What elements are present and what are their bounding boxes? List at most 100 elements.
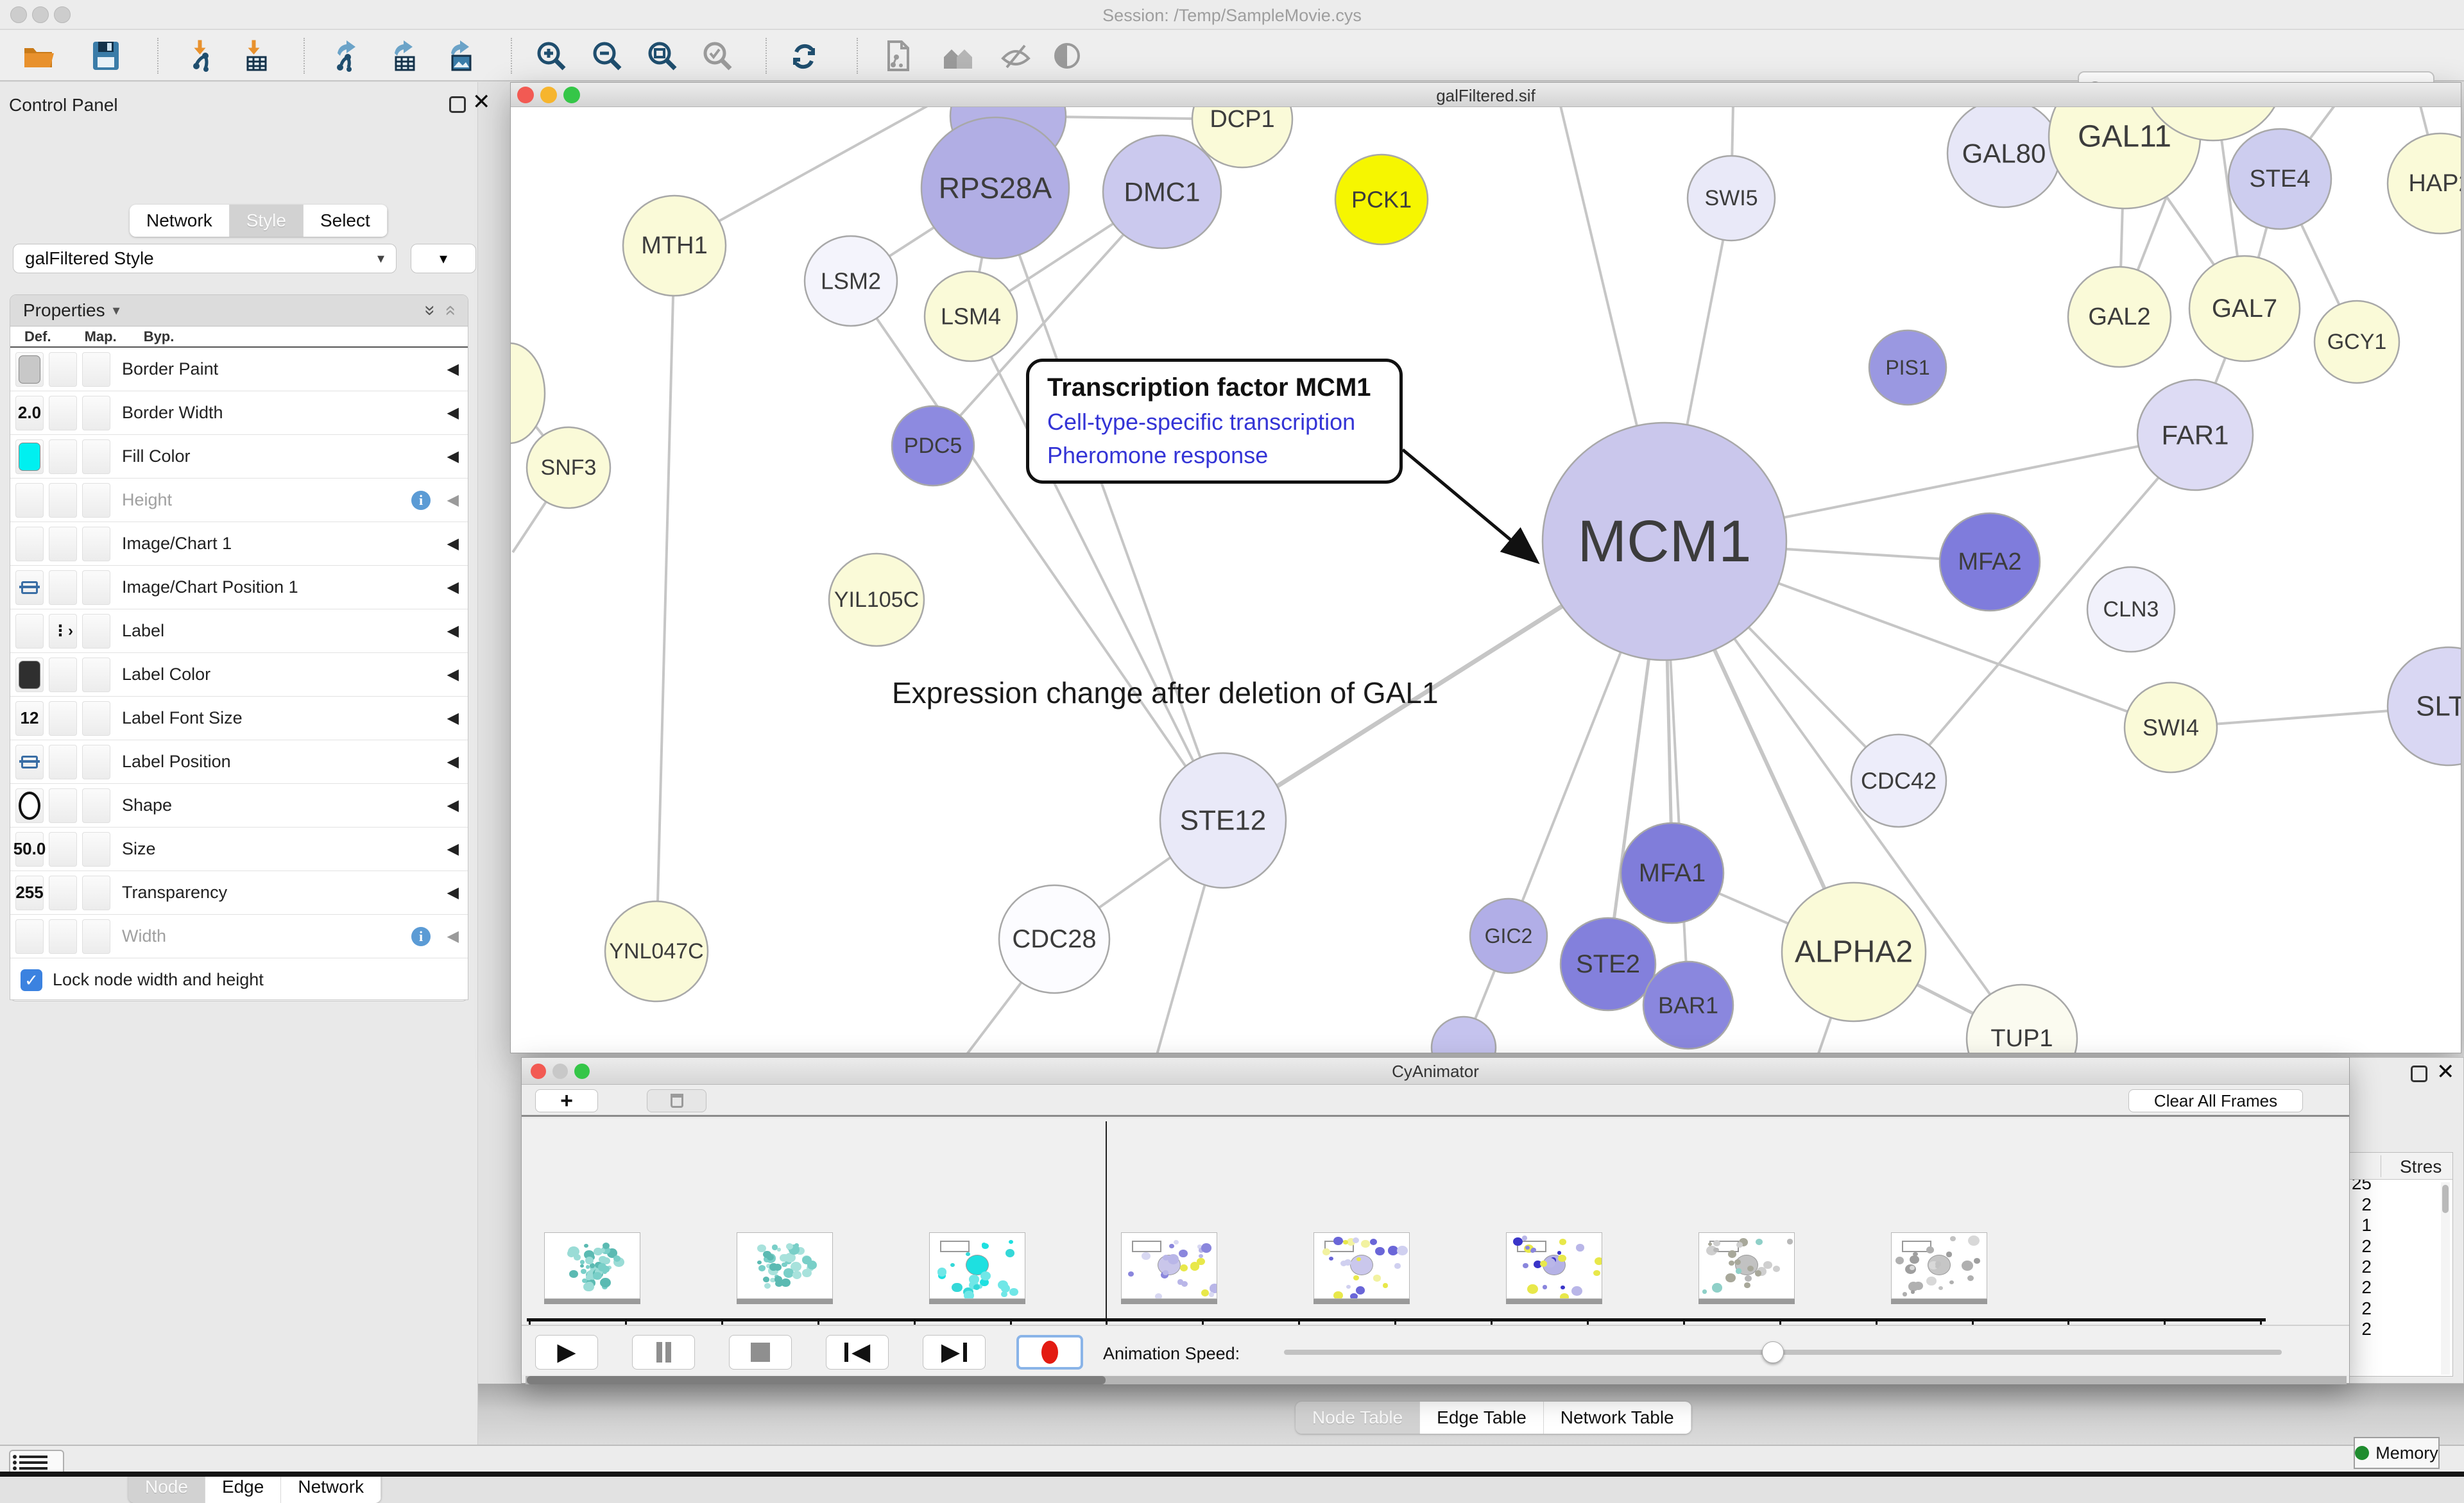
node-PCK1[interactable]: PCK1 (1335, 155, 1428, 244)
default-value-cell[interactable]: 50.0 (15, 832, 44, 867)
node-FAR1[interactable]: FAR1 (2137, 380, 2253, 490)
annotation-link[interactable]: Pheromone response (1047, 442, 1382, 469)
node-HAP2[interactable]: HAP2 (2388, 133, 2461, 234)
mapping-cell[interactable] (49, 352, 77, 387)
node-PIS1[interactable]: PIS1 (1869, 330, 1946, 405)
expand-arrow-icon[interactable]: ◀ (447, 840, 459, 858)
node-STE12[interactable]: STE12 (1160, 753, 1286, 888)
properties-header[interactable]: Properties ▾ » » (10, 295, 468, 327)
node-CDC28[interactable]: CDC28 (999, 885, 1109, 993)
style-selector-dropdown[interactable]: galFiltered Style ▾ (13, 244, 397, 273)
node-SNF3[interactable]: SNF3 (527, 427, 610, 508)
expand-arrow-icon[interactable]: ◀ (447, 883, 459, 902)
home-button[interactable] (937, 37, 979, 75)
zoom-in-button[interactable] (531, 37, 572, 75)
node-BAR1[interactable]: BAR1 (1643, 962, 1733, 1049)
info-icon[interactable]: i (411, 491, 431, 510)
frame-thumbnail-6[interactable] (1698, 1232, 1795, 1299)
edge-rps28a-ste12[interactable] (995, 188, 1223, 820)
property-row-transparency[interactable]: 255Transparency◀ (10, 871, 468, 915)
import-network-button[interactable] (182, 37, 223, 75)
default-value-cell[interactable] (15, 570, 44, 605)
mapping-cell[interactable] (49, 483, 77, 518)
expand-arrow-icon[interactable]: ◀ (447, 752, 459, 771)
export-table-button[interactable] (384, 37, 425, 75)
frame-thumbnail-4[interactable] (1313, 1232, 1410, 1299)
default-value-cell[interactable] (15, 788, 44, 823)
mapping-cell[interactable] (49, 919, 77, 954)
node-RPS28A[interactable]: RPS28A (921, 117, 1069, 259)
default-value-cell[interactable] (15, 614, 44, 649)
network-canvas[interactable]: DCP1RPS28ADMC1PCK1SWI5GAL80GAL11STE4HAP2… (511, 107, 2461, 1053)
expand-arrow-icon[interactable]: ◀ (447, 622, 459, 640)
export-network-button[interactable] (327, 37, 368, 75)
property-row-width[interactable]: Widthi◀ (10, 915, 468, 958)
bypass-cell[interactable] (82, 701, 110, 736)
cyanimator-timeline[interactable]: 0123456789Seconds (522, 1119, 2349, 1325)
lock-size-row[interactable]: ✓ Lock node width and height (10, 960, 468, 1000)
skip-start-button[interactable]: ▶ (826, 1335, 889, 1370)
memory-button[interactable]: Memory (2354, 1437, 2440, 1469)
node-SWI4[interactable]: SWI4 (2125, 683, 2217, 772)
hide-eye-button[interactable] (995, 37, 1036, 75)
bypass-cell[interactable] (82, 658, 110, 692)
skip-end-button[interactable]: ▶ (923, 1335, 986, 1370)
mapping-cell[interactable] (49, 527, 77, 561)
node-MCM1[interactable]: MCM1 (1543, 423, 1786, 660)
default-value-cell[interactable]: 2.0 (15, 396, 44, 430)
expand-arrow-icon[interactable]: ◀ (447, 360, 459, 378)
node-GAL2[interactable]: GAL2 (2068, 267, 2171, 367)
expand-arrow-icon[interactable]: ◀ (447, 665, 459, 684)
default-value-cell[interactable] (15, 527, 44, 561)
clear-all-frames-button[interactable]: Clear All Frames (2128, 1089, 2303, 1112)
apply-layout-button[interactable] (783, 37, 825, 75)
node-ALPHA2[interactable]: ALPHA2 (1782, 883, 1926, 1021)
node-GCY1[interactable]: GCY1 (2314, 301, 2399, 383)
node-MFA1[interactable]: MFA1 (1621, 823, 1724, 923)
mapping-cell[interactable] (49, 658, 77, 692)
node-GIC2[interactable]: GIC2 (1470, 899, 1547, 973)
cyanimator-titlebar[interactable]: CyAnimator (522, 1058, 2349, 1085)
node-STE2[interactable]: STE2 (1561, 918, 1656, 1010)
float-panel-icon[interactable] (449, 96, 466, 113)
style-options-button[interactable]: ▾ (411, 244, 476, 273)
expand-arrow-icon[interactable]: ◀ (447, 403, 459, 422)
node-SWI5[interactable]: SWI5 (1688, 156, 1775, 241)
timeline-playhead[interactable] (1106, 1121, 1107, 1318)
tab-node-table[interactable]: Node Table (1296, 1402, 1420, 1434)
property-row-label-color[interactable]: Label Color◀ (10, 653, 468, 697)
zoom-fit-button[interactable] (642, 37, 683, 75)
property-row-label[interactable]: ⋮›Label◀ (10, 609, 468, 653)
bypass-cell[interactable] (82, 832, 110, 867)
pause-button[interactable] (632, 1335, 695, 1370)
table-scrollbar[interactable] (2441, 1182, 2450, 1375)
node-PDC5[interactable]: PDC5 (892, 406, 974, 486)
collapse-all-icon[interactable]: » (439, 305, 461, 316)
mcm1-annotation-box[interactable]: Transcription factor MCM1 Cell-type-spec… (1026, 359, 1403, 484)
mapping-cell[interactable] (49, 570, 77, 605)
column-header[interactable]: Stres (2400, 1157, 2442, 1177)
default-value-cell[interactable] (15, 439, 44, 474)
bypass-cell[interactable] (82, 745, 110, 779)
bypass-cell[interactable] (82, 396, 110, 430)
node-SLT2[interactable]: SLT2 (2388, 647, 2461, 765)
scrollbar-thumb[interactable] (527, 1376, 1106, 1384)
bypass-cell[interactable] (82, 788, 110, 823)
frame-thumbnail-2[interactable] (929, 1232, 1025, 1299)
node-CLN3[interactable]: CLN3 (2087, 567, 2175, 652)
expand-all-icon[interactable]: » (419, 305, 441, 316)
tab-network-table[interactable]: Network Table (1544, 1402, 1691, 1434)
expand-arrow-icon[interactable]: ◀ (447, 709, 459, 727)
default-value-cell[interactable] (15, 352, 44, 387)
node-YIL105C[interactable]: YIL105C (829, 554, 924, 646)
expand-arrow-icon[interactable]: ◀ (447, 534, 459, 553)
expand-arrow-icon[interactable]: ◀ (447, 447, 459, 466)
record-button[interactable] (1016, 1335, 1083, 1370)
node-GAL7[interactable]: GAL7 (2189, 256, 2300, 361)
expand-arrow-icon[interactable]: ◀ (447, 578, 459, 597)
node-GAL80[interactable]: GAL80 (1947, 107, 2060, 207)
tab-select[interactable]: Select (304, 205, 388, 237)
bypass-cell[interactable] (82, 527, 110, 561)
property-row-height[interactable]: Heighti◀ (10, 479, 468, 522)
tab-network[interactable]: Network (130, 205, 230, 237)
